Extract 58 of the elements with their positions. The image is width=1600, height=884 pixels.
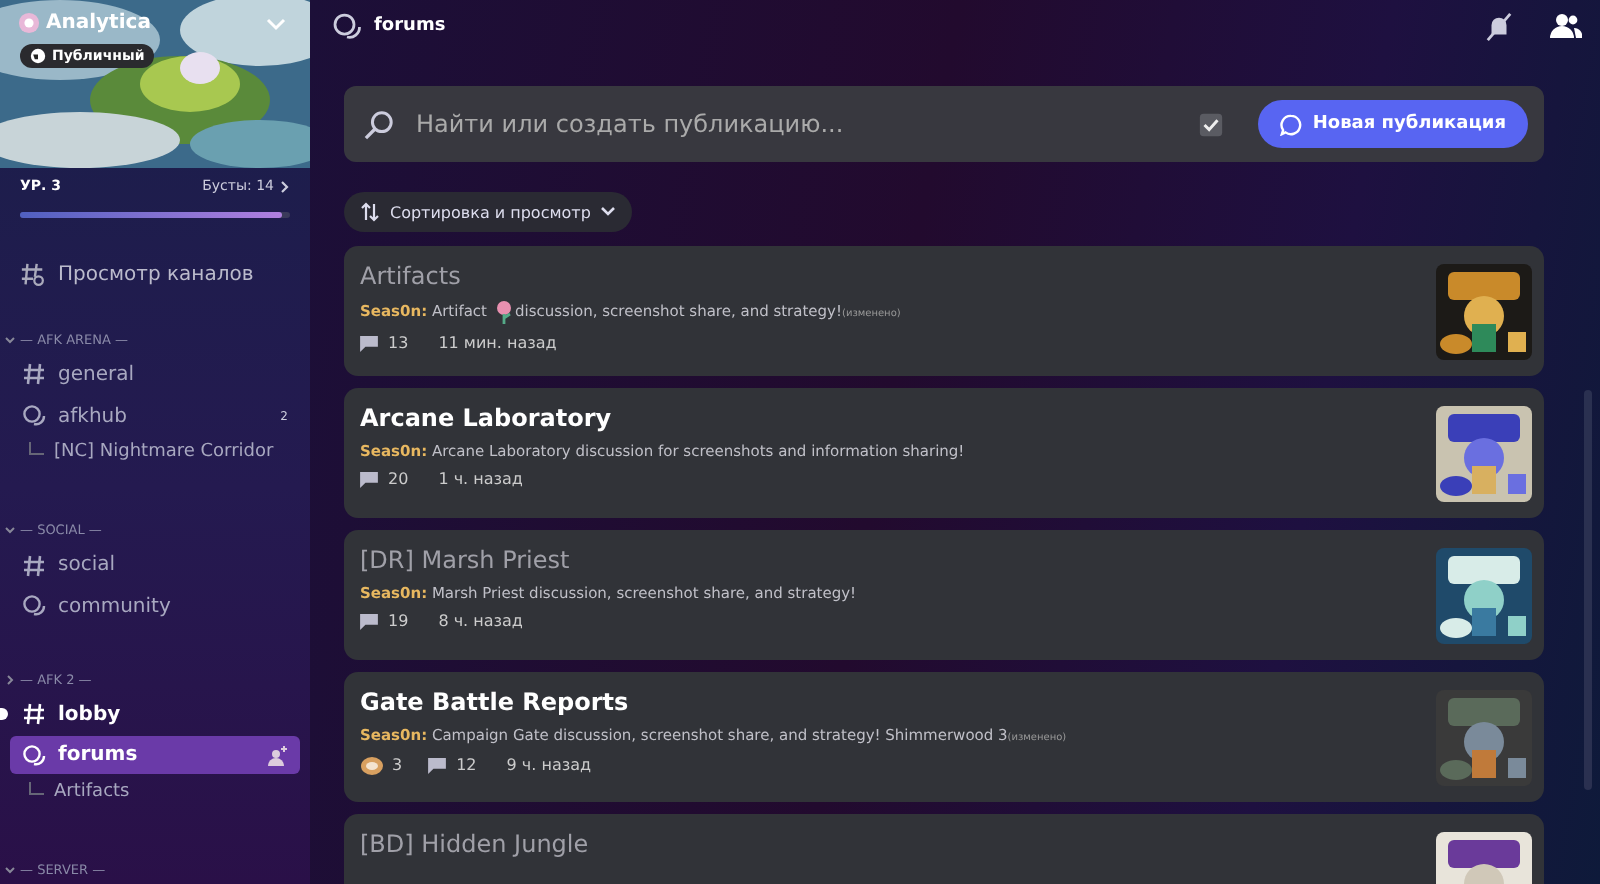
channel-title: forums (374, 16, 446, 36)
post-title: Gate Battle Reports (360, 688, 631, 716)
reaction-chip[interactable]: 3 (360, 754, 403, 776)
channel-item[interactable]: general (10, 356, 300, 394)
comment-icon (360, 613, 378, 629)
hash-search-icon (20, 262, 46, 288)
post-title: [DR] Marsh Priest (360, 546, 572, 574)
post-title: Artifacts (360, 262, 463, 290)
post-time: 11 мин. назад (438, 334, 557, 352)
browse-channels-item[interactable]: Просмотр каналов (20, 262, 310, 288)
globe-icon (30, 48, 46, 64)
forum-icon (22, 743, 46, 768)
chat-bubble-icon (1280, 113, 1303, 135)
post-time: 8 ч. назад (438, 612, 523, 630)
hash-icon (22, 362, 46, 387)
comment-count: 13 (388, 334, 409, 352)
unread-indicator (0, 708, 8, 721)
chevron-right-icon[interactable] (280, 179, 290, 193)
checklist-icon[interactable] (1198, 111, 1225, 137)
comment-icon (428, 757, 447, 773)
server-icon (18, 12, 40, 34)
forum-icon (22, 594, 46, 619)
post-title: [BD] Hidden Jungle (360, 830, 589, 858)
post-title: Arcane Laboratory (360, 404, 614, 432)
tree-line-icon (28, 782, 44, 799)
channel-item[interactable]: lobby (10, 695, 300, 733)
members-icon[interactable] (1550, 12, 1582, 40)
comment-count: 20 (388, 470, 409, 488)
chevron-icon (4, 334, 16, 346)
channel-item[interactable]: social (10, 546, 300, 584)
sort-icon (360, 202, 380, 222)
post-time: 9 ч. назад (506, 756, 592, 774)
forum-icon (22, 404, 46, 429)
chevron-icon (4, 863, 16, 876)
add-member-icon[interactable] (268, 745, 288, 766)
bell-off-icon[interactable] (1484, 11, 1514, 41)
channel-item[interactable]: forums (10, 736, 300, 775)
comment-icon (360, 471, 378, 487)
forum-icon (332, 11, 362, 41)
search-field[interactable]: Найти или создать публикацию... Новая публикация (344, 86, 1544, 162)
search-icon (364, 109, 394, 139)
comment-icon (360, 335, 378, 351)
chevron-icon (600, 206, 617, 218)
tree-line-icon (28, 442, 44, 459)
hash-icon (22, 702, 46, 727)
hash-icon (22, 553, 46, 578)
new-post-button[interactable]: Новая публикация (1258, 100, 1528, 148)
thread-item[interactable]: Artifacts (28, 778, 300, 816)
sort-button[interactable]: Сортировка и просмотр (344, 192, 633, 232)
thread-item[interactable]: [NC] Nightmare Corridor (28, 438, 300, 477)
chevron-icon (4, 673, 16, 686)
comment-count: 12 (456, 756, 477, 774)
comment-count: 19 (388, 612, 409, 630)
post-card[interactable]: [BD] Hidden Jungle (344, 814, 1544, 884)
channel-item[interactable]: community (10, 587, 300, 626)
post-time: 1 ч. назад (438, 470, 523, 488)
emoji-icon (360, 754, 384, 776)
chevron-icon (4, 524, 16, 537)
